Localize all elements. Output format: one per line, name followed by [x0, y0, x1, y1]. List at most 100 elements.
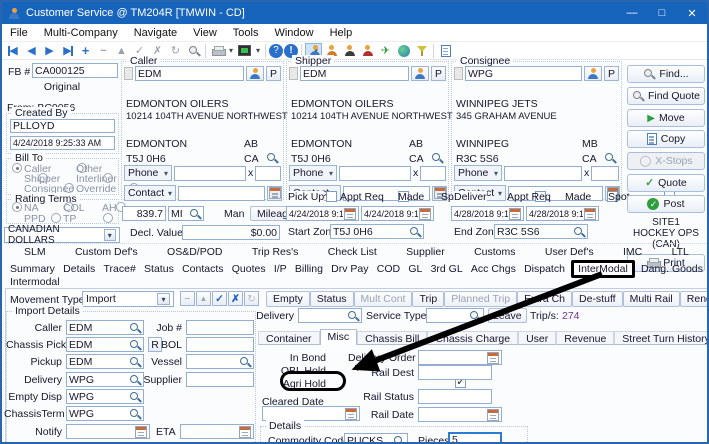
rating-tp-radio[interactable] [103, 213, 113, 223]
tab-details[interactable]: Details [61, 263, 97, 275]
tab-osd-pod[interactable]: OS&D/POD [163, 246, 226, 258]
consignee-phone-input[interactable] [504, 166, 582, 181]
zone-lookup-icon[interactable] [409, 226, 421, 238]
planned-trip-button[interactable]: Planned Trip [444, 291, 517, 307]
consignee-zone-lookup-icon[interactable] [604, 152, 616, 164]
commodity-input[interactable]: PUCKS [344, 433, 408, 444]
mileage-lookup-icon[interactable] [189, 208, 201, 220]
driver-person-icon[interactable] [341, 43, 358, 59]
caller-p-button[interactable]: P [266, 66, 281, 81]
cancel-row-icon[interactable]: ✗ [228, 291, 243, 306]
quote-button[interactable]: ✓Quote [627, 174, 705, 192]
vessel-input[interactable] [186, 354, 254, 369]
rail-date-input[interactable] [418, 407, 502, 422]
tab-custom-defs[interactable]: Custom Def's [71, 246, 142, 258]
remove-row-icon[interactable]: − [180, 291, 195, 306]
pieces-input[interactable]: 5 [448, 432, 502, 444]
lookup-icon[interactable] [129, 339, 141, 351]
copy-button[interactable]: Copy [627, 130, 705, 148]
filter-funnel-icon[interactable] [413, 43, 430, 59]
quick-find-icon[interactable] [454, 67, 463, 80]
previous-record-icon[interactable]: ◀ [23, 43, 40, 59]
calendar-icon[interactable] [135, 426, 147, 438]
currency-select[interactable]: CANADIAN DOLLARS [4, 227, 120, 243]
delivery-order-input[interactable] [418, 350, 502, 365]
shipper-ext-input[interactable] [420, 166, 446, 181]
end-zone-input[interactable]: R3C 5S6 [494, 224, 588, 239]
calendar-icon[interactable] [509, 208, 521, 220]
status-button[interactable]: Status [310, 291, 354, 307]
rendezvous-button[interactable]: Rendezvous [680, 291, 709, 307]
leave-button[interactable]: Leave [488, 308, 527, 323]
move-up-row-icon[interactable]: ▲ [196, 291, 211, 306]
zone-lookup-icon[interactable] [573, 226, 585, 238]
chevron-down-icon[interactable] [157, 293, 170, 305]
shipper-phone-select[interactable]: Phone [289, 165, 337, 181]
tab-cod[interactable]: COD [375, 263, 402, 275]
refresh-row-icon[interactable]: ↻ [244, 291, 259, 306]
pickup-date-to-input[interactable]: 4/24/2018 9:19:3 [361, 206, 434, 221]
chassis-pick-input[interactable]: EDM [66, 337, 144, 352]
tab-dang-goods[interactable]: Dang. Goods [639, 263, 705, 275]
help-icon[interactable]: ? [269, 44, 283, 58]
created-by-user-input[interactable]: PLLOYD [10, 119, 115, 133]
consignee-person-icon[interactable] [359, 43, 376, 59]
menu-help[interactable]: Help [322, 27, 361, 39]
tab-drv-pay[interactable]: Drv Pay [329, 263, 370, 275]
job-input[interactable] [186, 320, 254, 335]
tab-3rd-gl[interactable]: 3rd GL [429, 263, 465, 275]
multi-rail-button[interactable]: Multi Rail [623, 291, 680, 307]
shipper-code-input[interactable]: EDM [300, 66, 409, 81]
shipper-phone-input[interactable] [339, 166, 411, 181]
tab-customs[interactable]: Customs [470, 246, 519, 258]
rating-ppd-radio[interactable] [51, 213, 61, 223]
created-timestamp-input[interactable]: 4/24/2018 9:25:33 AM [10, 136, 115, 150]
tab-quotes[interactable]: Quotes [230, 263, 268, 275]
im-delivery-input[interactable]: WPG [66, 372, 144, 387]
x-stops-button[interactable]: ◯X-Stops [627, 152, 705, 170]
refresh-icon[interactable]: ↻ [167, 43, 184, 59]
tab-imc[interactable]: IMC [619, 246, 646, 258]
lookup-icon[interactable] [469, 310, 481, 322]
tab-chassis-charge[interactable]: Chassis Charge [427, 331, 518, 345]
eta-input[interactable] [180, 424, 254, 439]
supplier-input[interactable] [186, 372, 254, 387]
im-pickup-input[interactable]: EDM [66, 354, 144, 369]
caller-code-input[interactable]: EDM [135, 66, 244, 81]
im-caller-input[interactable]: EDM [66, 320, 144, 335]
add-record-icon[interactable]: + [77, 43, 94, 59]
menu-tools[interactable]: Tools [225, 27, 267, 39]
tab-acc-chgs[interactable]: Acc Chgs [469, 263, 518, 275]
tab-intermodal[interactable]: InterModal [571, 260, 635, 278]
tab-ltl[interactable]: LTL [668, 246, 693, 258]
deliver-date-to-input[interactable]: 4/28/2018 9:19:3 [526, 206, 599, 221]
tab-revenue[interactable]: Revenue [556, 331, 614, 345]
calendar-icon[interactable] [239, 426, 251, 438]
quick-find-icon[interactable] [124, 67, 133, 80]
notify-input[interactable] [66, 424, 150, 439]
start-zone-input[interactable]: T5J 0H6 [330, 224, 424, 239]
tab-gl[interactable]: GL [406, 263, 424, 275]
deliver-date-from-input[interactable]: 4/28/2018 9:19:3 [451, 206, 524, 221]
tab-container[interactable]: Container [258, 331, 320, 345]
tab-misc[interactable]: Misc [320, 329, 358, 345]
service-type-input[interactable] [426, 308, 484, 323]
consignee-ext-input[interactable] [591, 166, 619, 181]
tab-chassis-bill[interactable]: Chassis Bill [357, 331, 427, 345]
chassis-term-input[interactable]: WPG [66, 406, 144, 421]
consignee-p-button[interactable]: P [604, 66, 619, 81]
close-button[interactable]: ✕ [677, 2, 707, 24]
calendar-icon[interactable] [487, 352, 499, 364]
pickup-apptreq-checkbox[interactable] [326, 191, 337, 202]
tab-summary[interactable]: Summary [8, 263, 57, 275]
tab-contacts[interactable]: Contacts [180, 263, 225, 275]
tab-trace[interactable]: Trace# [102, 263, 138, 275]
lookup-icon[interactable] [129, 408, 141, 420]
bill-to-caller-radio[interactable] [12, 163, 22, 173]
cleared-date-input[interactable] [262, 406, 360, 421]
tab-supplier[interactable]: Supplier [402, 246, 449, 258]
rail-dest-input[interactable] [418, 365, 492, 380]
new-document-icon[interactable] [437, 43, 454, 59]
chevron-down-icon[interactable] [104, 229, 116, 241]
calendar-icon[interactable] [345, 408, 357, 420]
